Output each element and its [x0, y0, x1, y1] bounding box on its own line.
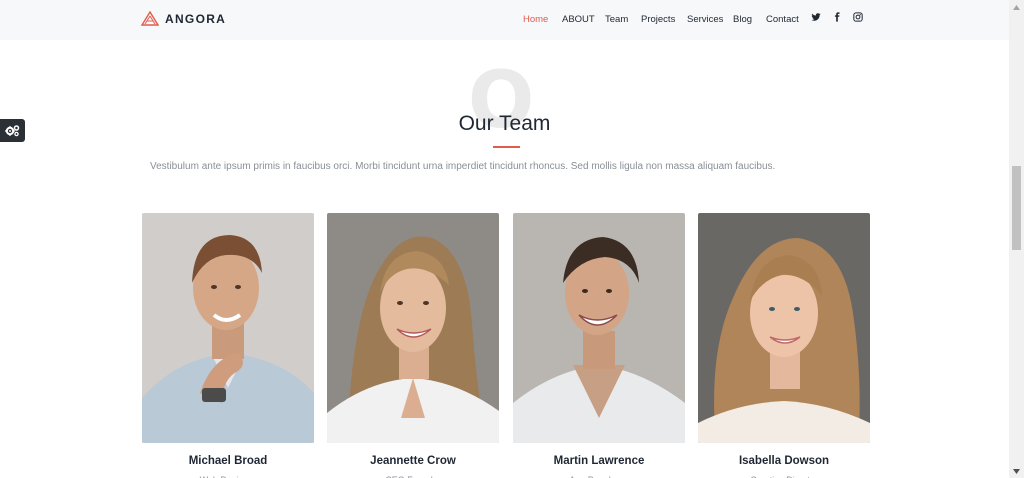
facebook-icon[interactable]	[831, 11, 843, 23]
section-description: Vestibulum ante ipsum primis in faucibus…	[150, 161, 776, 172]
scrollbar-thumb[interactable]	[1012, 166, 1021, 250]
member-name: Martin Lawrence	[553, 455, 645, 467]
nav-item-contact[interactable]: Contact	[766, 14, 799, 25]
nav-item-projects[interactable]: Projects	[641, 14, 675, 25]
nav-item-services[interactable]: Services	[687, 14, 723, 25]
section-title: Our Team	[458, 112, 551, 135]
nav-item-about[interactable]: ABOUT	[562, 14, 595, 25]
member-name: Michael Broad	[188, 455, 268, 467]
page-scrollbar[interactable]	[1009, 0, 1024, 478]
member-photo	[327, 213, 499, 443]
nav-item-home[interactable]: Home	[523, 14, 548, 25]
site-header: ANGORA Home ABOUT Team Projects Services…	[0, 0, 1009, 40]
nav-item-team[interactable]: Team	[605, 14, 628, 25]
member-name: Jeannette Crow	[370, 455, 456, 467]
member-name: Isabella Dowson	[738, 455, 830, 467]
scroll-down-arrow-icon[interactable]	[1009, 464, 1024, 478]
member-photo	[142, 213, 314, 443]
member-photo	[698, 213, 870, 443]
nav-item-blog[interactable]: Blog	[733, 14, 752, 25]
member-photo	[513, 213, 685, 443]
twitter-icon[interactable]	[810, 11, 822, 23]
instagram-icon[interactable]	[852, 11, 864, 23]
scroll-up-arrow-icon[interactable]	[1009, 0, 1024, 14]
title-underline	[493, 146, 520, 148]
